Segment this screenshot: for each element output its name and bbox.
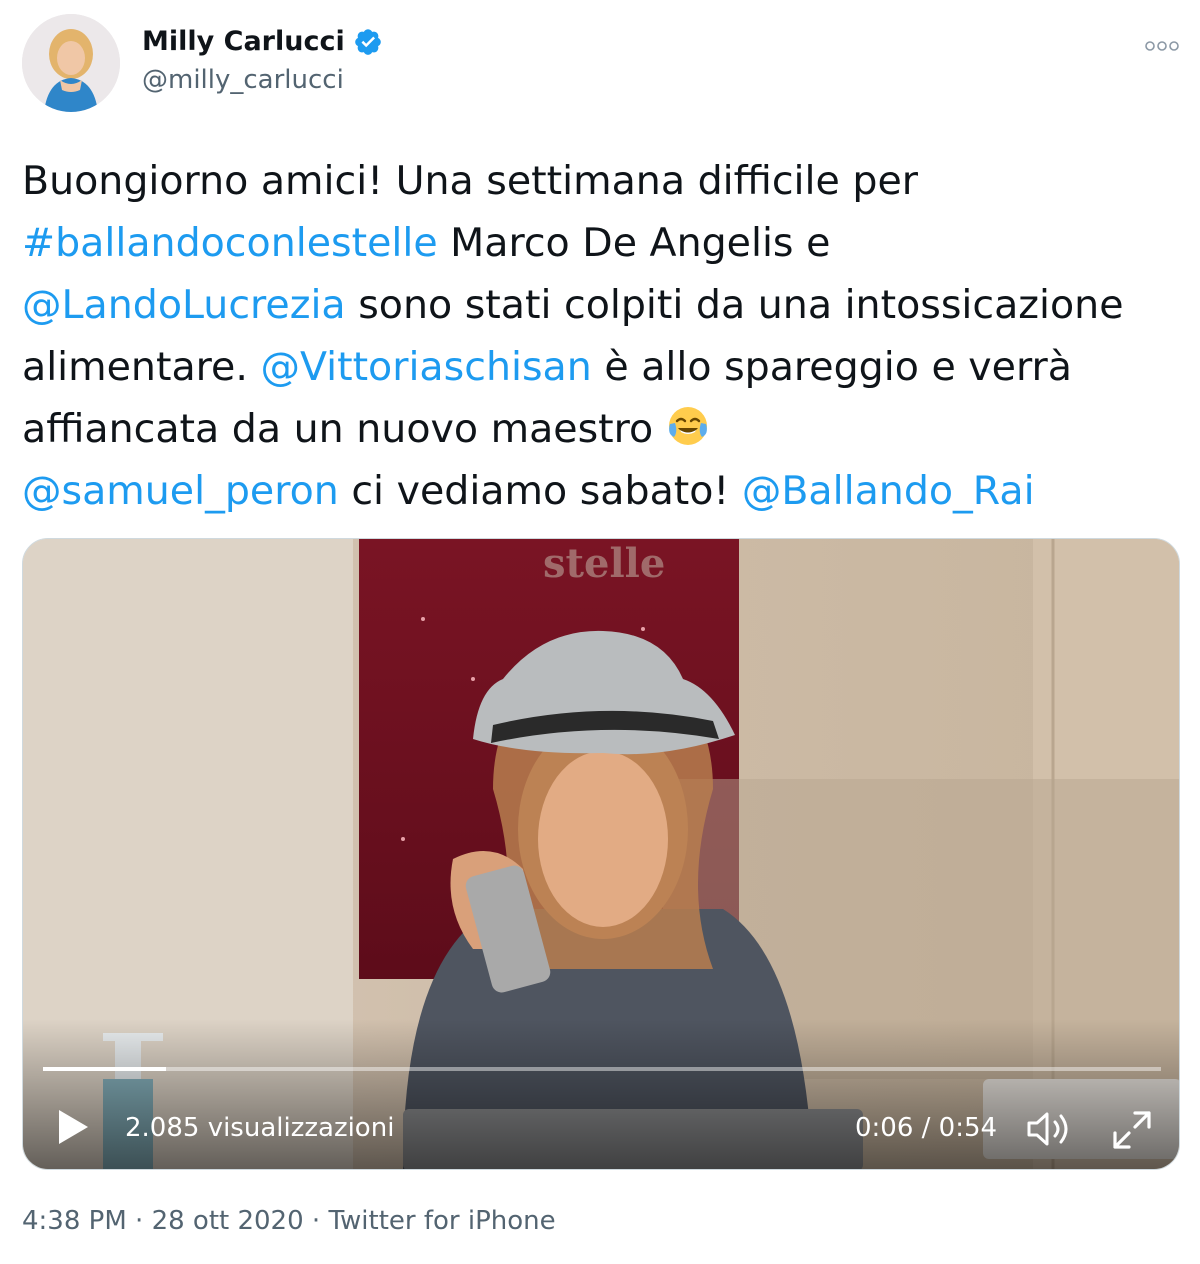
fullscreen-icon[interactable] xyxy=(1111,1109,1153,1151)
video-progress-bar[interactable] xyxy=(43,1067,1161,1071)
video-progress-fill xyxy=(43,1067,166,1071)
footer-separator: · xyxy=(303,1206,329,1236)
tweet-text-segment: ci vediamo sabato! xyxy=(338,468,742,514)
view-count: 2.085 visualizzazioni xyxy=(125,1113,395,1143)
video-player[interactable]: stelle 2.085 visualizzazioni 0:06 / 0:54 xyxy=(22,538,1180,1170)
footer-separator: · xyxy=(126,1206,152,1236)
tweet-header: Milly Carlucci @milly_carlucci xyxy=(22,14,1182,116)
tweet-date[interactable]: 28 ott 2020 xyxy=(152,1206,304,1236)
tweet-footer: 4:38 PM · 28 ott 2020 · Twitter for iPho… xyxy=(22,1206,556,1236)
verified-badge-icon xyxy=(354,28,381,55)
mention-link[interactable]: @samuel_peron xyxy=(22,468,339,514)
tweet-text-segment: Marco De Angelis e xyxy=(437,220,831,266)
mention-link[interactable]: @Ballando_Rai xyxy=(742,468,1035,514)
tweet-body: Buongiorno amici! Una settimana difficil… xyxy=(22,150,1172,522)
controls-overlay xyxy=(23,1019,1179,1169)
author-handle[interactable]: @milly_carlucci xyxy=(142,65,383,95)
face-with-tears-of-joy-icon xyxy=(668,407,707,445)
tweet-source[interactable]: Twitter for iPhone xyxy=(328,1206,555,1236)
hashtag-link[interactable]: #ballandoconlestelle xyxy=(22,220,438,266)
play-icon[interactable] xyxy=(55,1107,91,1147)
volume-icon[interactable] xyxy=(1025,1109,1075,1149)
display-name-text: Milly Carlucci xyxy=(142,26,345,57)
more-options-icon[interactable] xyxy=(1144,40,1180,52)
tweet-time[interactable]: 4:38 PM xyxy=(22,1206,127,1236)
author-display-name[interactable]: Milly Carlucci xyxy=(142,26,383,57)
video-time: 0:06 / 0:54 xyxy=(855,1113,998,1143)
avatar[interactable] xyxy=(22,14,120,112)
mention-link[interactable]: @Vittoriaschisan xyxy=(260,344,591,390)
poster-banner-text: stelle xyxy=(543,540,665,587)
mention-link[interactable]: @LandoLucrezia xyxy=(22,282,346,328)
tweet-text-segment: Buongiorno amici! Una settimana difficil… xyxy=(22,158,918,204)
